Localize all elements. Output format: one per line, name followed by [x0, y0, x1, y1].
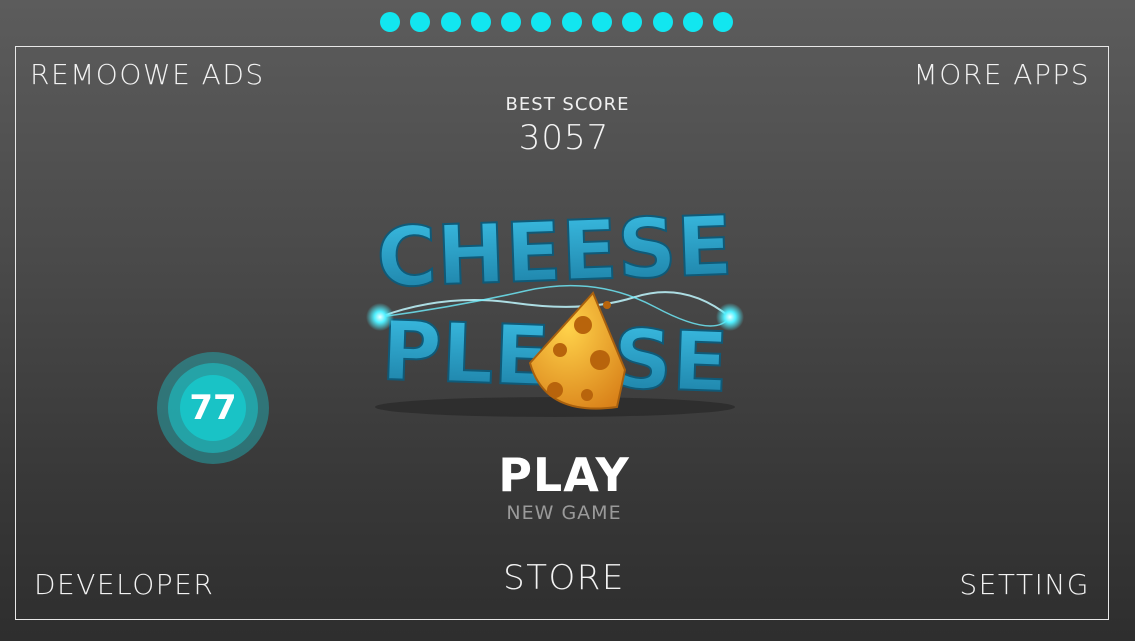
remove-ads-button[interactable]: REMOOWE ADS: [30, 58, 265, 91]
progress-dot: [713, 12, 734, 32]
progress-dot: [592, 12, 613, 32]
progress-dot: [440, 12, 461, 32]
level-progress-dots: [380, 12, 744, 32]
progress-dot: [410, 12, 431, 32]
best-score-label: BEST SCORE: [505, 94, 630, 115]
progress-dot: [501, 12, 522, 32]
progress-dot: [622, 12, 643, 32]
progress-dot: [531, 12, 552, 32]
level-badge-value: 77: [180, 375, 246, 441]
progress-dot: [561, 12, 582, 32]
progress-dot: [682, 12, 703, 32]
svg-text:CHEESE: CHEESE: [375, 199, 734, 306]
progress-dot: [470, 12, 491, 32]
more-apps-button[interactable]: MORE APPS: [914, 58, 1090, 91]
progress-dot: [380, 12, 400, 32]
best-score-value: 3057: [518, 118, 610, 158]
setting-button[interactable]: SETTING: [959, 568, 1090, 601]
play-button[interactable]: PLAY: [0, 448, 1128, 502]
level-badge-ring: 77: [168, 363, 258, 453]
new-game-label: NEW GAME: [506, 502, 622, 524]
cheese-please-logo: CHEESE PLEASE: [366, 198, 744, 417]
progress-dot: [652, 12, 673, 32]
